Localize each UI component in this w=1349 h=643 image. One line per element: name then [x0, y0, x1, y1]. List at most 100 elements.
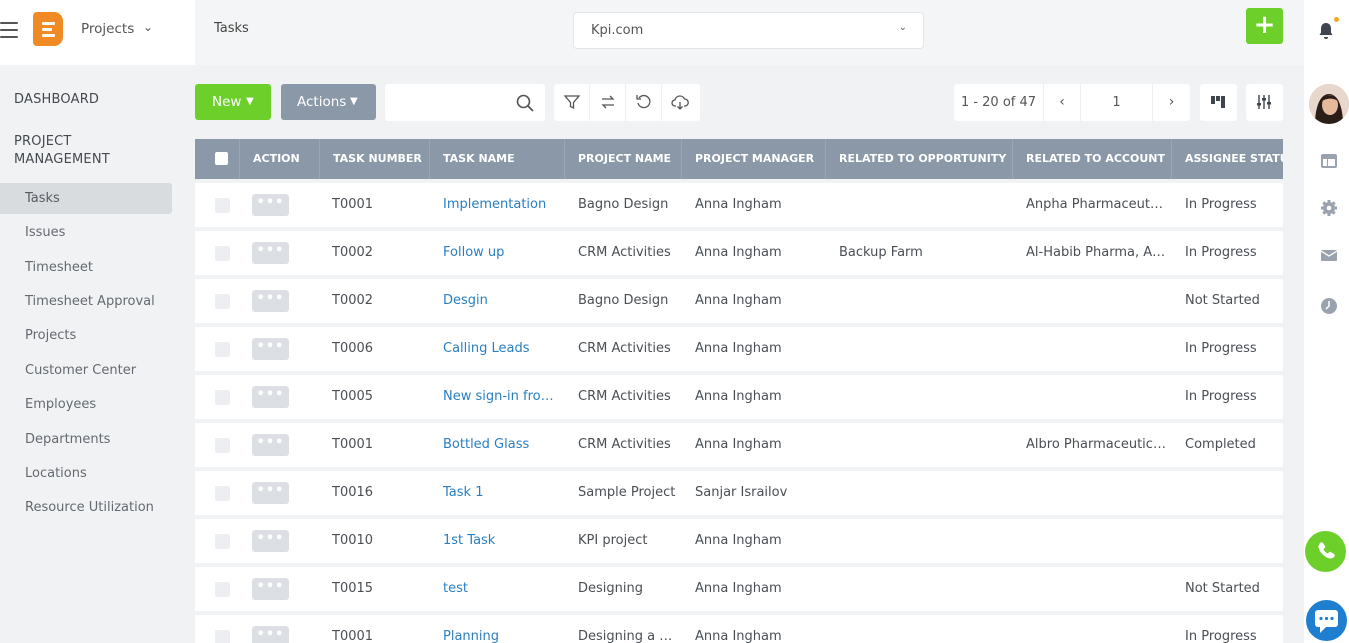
row-action-menu-button[interactable]: ••• [252, 482, 289, 504]
app-switcher[interactable]: Projects [81, 21, 134, 37]
mail-icon[interactable] [1320, 246, 1338, 264]
row-checkbox[interactable] [215, 294, 230, 309]
search-icon[interactable] [516, 94, 534, 112]
new-button[interactable]: New ▼ [195, 84, 271, 120]
search-input[interactable] [385, 84, 510, 121]
user-photo [1309, 84, 1349, 124]
table-row[interactable]: ••• T0010 1st Task KPI project Anna Ingham [195, 519, 1283, 563]
row-checkbox[interactable] [215, 198, 230, 213]
task-name-link[interactable]: New sign-in from ... [443, 375, 561, 419]
related-opportunity-cell [839, 327, 1009, 371]
row-action-menu-button[interactable]: ••• [252, 530, 289, 552]
row-action-menu-button[interactable]: ••• [252, 194, 289, 216]
column-header-related-account[interactable]: RELATED TO ACCOUNT [1012, 139, 1171, 179]
download-button[interactable] [662, 84, 698, 121]
row-action-menu-button[interactable]: ••• [252, 434, 289, 456]
gear-icon[interactable] [1320, 199, 1338, 217]
task-name-link[interactable]: Planning [443, 615, 561, 643]
assignee-status-cell [1185, 519, 1283, 563]
row-action-menu-button[interactable]: ••• [252, 578, 289, 600]
row-action-menu-button[interactable]: ••• [252, 626, 289, 643]
column-header-project-name[interactable]: PROJECT NAME [564, 139, 681, 179]
select-all-checkbox[interactable] [215, 152, 228, 165]
table-row[interactable]: ••• T0001 Bottled Glass CRM Activities Anna … [195, 423, 1283, 467]
actions-button[interactable]: Actions ▼ [281, 84, 376, 120]
phone-icon [1318, 542, 1335, 559]
call-button[interactable] [1305, 531, 1346, 572]
row-action-menu-button[interactable]: ••• [252, 338, 289, 360]
sidebar-item-projects[interactable]: Projects [0, 320, 172, 351]
row-checkbox[interactable] [215, 630, 230, 643]
table-row[interactable]: ••• T0006 Calling Leads CRM Activities Anna … [195, 327, 1283, 371]
menu-icon[interactable] [0, 22, 18, 38]
task-name-link[interactable]: Calling Leads [443, 327, 561, 371]
chat-icon [1315, 610, 1338, 633]
table-row[interactable]: ••• T0002 Follow up CRM Activities Anna Ingh… [195, 231, 1283, 275]
table-row[interactable]: ••• T0002 Desgin Bagno Design Anna Ingham Not… [195, 279, 1283, 323]
row-checkbox[interactable] [215, 390, 230, 405]
assignee-status-cell: In Progress [1185, 341, 1257, 356]
task-name-link[interactable]: Implementation [443, 183, 561, 227]
table-row[interactable]: ••• T0001 Planning Designing a w... Anna Ing… [195, 615, 1283, 643]
column-header-project-manager[interactable]: PROJECT MANAGER [681, 139, 825, 179]
project-name-cell: Designing [578, 581, 643, 596]
table-row[interactable]: ••• T0016 Task 1 Sample Project Sanjar Israi… [195, 471, 1283, 515]
sidebar-item-tasks[interactable]: Tasks [0, 183, 172, 214]
task-name-link[interactable]: Task 1 [443, 471, 561, 515]
sidebar-item-issues[interactable]: Issues [0, 217, 172, 248]
layout-icon[interactable] [1320, 152, 1338, 170]
chat-button[interactable] [1306, 600, 1347, 641]
table-row[interactable]: ••• T0015 test Designing Anna Ingham Not Star… [195, 567, 1283, 611]
add-button[interactable]: + [1246, 8, 1283, 44]
pager-range: 1 - 20 of 47 [954, 84, 1044, 121]
column-header-action[interactable]: ACTION [239, 139, 319, 179]
task-name-link[interactable]: Follow up [443, 231, 561, 275]
page-number-input[interactable]: 1 [1081, 84, 1153, 121]
row-checkbox[interactable] [215, 582, 230, 597]
project-manager-cell: Anna Ingham [695, 533, 782, 548]
column-header-assignee-status[interactable]: ASSIGNEE STATUS [1171, 139, 1283, 179]
refresh-button[interactable] [626, 84, 662, 121]
column-header-task-number[interactable]: TASK NUMBER [319, 139, 429, 179]
row-checkbox[interactable] [215, 438, 230, 453]
sidebar-item-employees[interactable]: Employees [0, 389, 172, 420]
related-account-cell: Anpha Pharmaceutic... [1026, 197, 1166, 212]
sidebar-section-project-management[interactable]: PROJECT MANAGEMENT [14, 133, 124, 169]
row-checkbox[interactable] [215, 246, 230, 261]
project-manager-cell: Anna Ingham [695, 293, 782, 308]
row-action-menu-button[interactable]: ••• [252, 386, 289, 408]
sidebar-item-timesheet[interactable]: Timesheet [0, 252, 172, 283]
kanban-view-button[interactable] [1200, 84, 1237, 121]
table-header: ACTION TASK NUMBER TASK NAME PROJECT NAM… [195, 139, 1283, 179]
task-name-link[interactable]: 1st Task [443, 519, 561, 563]
row-checkbox[interactable] [215, 342, 230, 357]
sidebar-section-dashboard[interactable]: DASHBOARD [14, 92, 99, 107]
swap-button[interactable] [590, 84, 626, 121]
task-number-cell: T0001 [332, 629, 374, 643]
row-action-menu-button[interactable]: ••• [252, 290, 289, 312]
sidebar-item-departments[interactable]: Departments [0, 424, 172, 455]
column-settings-button[interactable] [1246, 84, 1283, 121]
task-name-link[interactable]: Desgin [443, 279, 561, 323]
sidebar-item-resource-utilization[interactable]: Resource Utilization [0, 492, 172, 523]
chevron-right-icon[interactable]: › [1153, 84, 1190, 121]
chevron-down-icon[interactable]: ⌄ [143, 20, 153, 34]
column-header-related-opportunity[interactable]: RELATED TO OPPORTUNITY [825, 139, 1012, 179]
bell-icon[interactable] [1317, 21, 1335, 41]
column-header-task-name[interactable]: TASK NAME [429, 139, 564, 179]
task-name-link[interactable]: test [443, 567, 561, 611]
row-action-menu-button[interactable]: ••• [252, 242, 289, 264]
sidebar-item-locations[interactable]: Locations [0, 458, 172, 489]
task-name-link[interactable]: Bottled Glass [443, 423, 561, 467]
clock-icon[interactable] [1320, 297, 1338, 315]
table-row[interactable]: ••• T0001 Implementation Bagno Design Anna I… [195, 183, 1283, 227]
filter-button[interactable] [554, 84, 590, 121]
sidebar-item-timesheet-approval[interactable]: Timesheet Approval [0, 286, 172, 317]
table-row[interactable]: ••• T0005 New sign-in from ... CRM Activiti… [195, 375, 1283, 419]
sidebar-item-customer-center[interactable]: Customer Center [0, 355, 172, 386]
row-checkbox[interactable] [215, 534, 230, 549]
row-checkbox[interactable] [215, 486, 230, 501]
avatar[interactable] [1309, 84, 1349, 124]
chevron-left-icon[interactable]: ‹ [1044, 84, 1081, 121]
company-select[interactable]: Kpi.com ⌄ [573, 12, 924, 49]
